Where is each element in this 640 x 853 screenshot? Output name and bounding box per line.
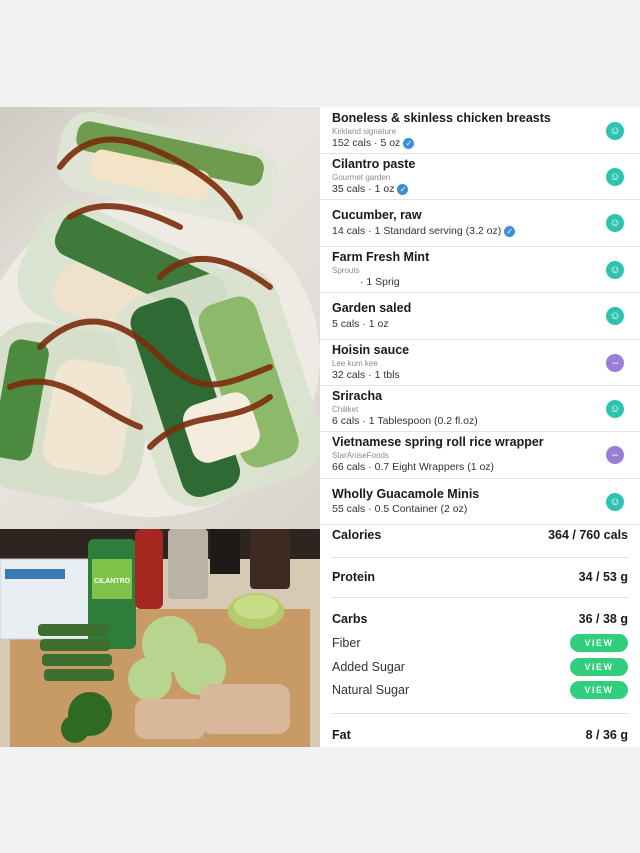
diary-panel: Boneless & skinless chicken breasts Kirk…: [320, 107, 640, 747]
carbs-label: Carbs: [332, 612, 368, 626]
smile-face-icon[interactable]: ☺: [606, 122, 624, 140]
fiber-view-button[interactable]: VIEW: [570, 634, 628, 652]
food-name: Hoisin sauce: [332, 343, 410, 357]
verified-check-icon: ✓: [504, 225, 516, 237]
fat-row: Fat 8 / 36 g: [332, 728, 628, 742]
food-detail: 32 cals · 1 tbls: [332, 369, 400, 381]
food-item[interactable]: Garden saled 5 cals · 1 oz ☺: [320, 292, 640, 340]
natural-sugar-label: Natural Sugar: [332, 683, 410, 697]
ingredients-illustration: CILANTRO: [0, 529, 320, 747]
food-detail-text: 152 cals · 5 oz: [332, 137, 401, 149]
food-brand: Gourmet garden: [332, 173, 391, 182]
food-item[interactable]: Wholly Guacamole Minis 55 cals · 0.5 Con…: [320, 478, 640, 525]
food-brand: Kirkland signature: [332, 127, 397, 136]
verified-check-icon: ✓: [397, 183, 409, 195]
fat-value: 8 / 36 g: [585, 728, 628, 742]
ingredients-photo: CILANTRO: [0, 529, 320, 747]
smile-face-icon[interactable]: ☺: [606, 261, 624, 279]
food-brand: Lee kum kee: [332, 359, 378, 368]
added-sugar-label: Added Sugar: [332, 660, 405, 674]
smile-face-icon[interactable]: ☺: [606, 400, 624, 418]
food-name: Boneless & skinless chicken breasts: [332, 111, 551, 125]
fiber-row: Fiber VIEW: [332, 634, 628, 652]
natural-sugar-row: Natural Sugar VIEW: [332, 681, 628, 699]
calories-value: 364 / 760 cals: [548, 528, 628, 542]
protein-value: 34 / 53 g: [578, 570, 628, 584]
food-brand: Chiliket: [332, 405, 359, 414]
smile-face-icon[interactable]: ☺: [606, 307, 624, 325]
food-detail-text: 35 cals · 1 oz: [332, 183, 395, 195]
food-name: Sriracha: [332, 389, 383, 403]
food-detail: 6 cals · 1 Tablespoon (0.2 fl.oz): [332, 415, 478, 427]
food-item[interactable]: Vietnamese spring roll rice wrapper Star…: [320, 431, 640, 479]
divider: [332, 597, 628, 598]
verified-check-icon: ✓: [403, 137, 415, 149]
food-item[interactable]: Hoisin sauce Lee kum kee 32 cals · 1 tbl…: [320, 339, 640, 386]
food-name: Vietnamese spring roll rice wrapper: [332, 435, 544, 449]
food-detail: 5 cals · 1 oz: [332, 318, 389, 330]
food-brand: Sprouts: [332, 266, 360, 275]
smile-face-icon[interactable]: ☺: [606, 168, 624, 186]
food-name: Cucumber, raw: [332, 208, 422, 222]
food-detail: 14 cals · 1 Standard serving (3.2 oz) ✓: [332, 225, 516, 237]
cilantro-tube-label: CILANTRO: [94, 578, 131, 585]
calories-label: Calories: [332, 528, 382, 542]
neutral-face-icon[interactable]: –: [606, 354, 624, 372]
protein-row: Protein 34 / 53 g: [332, 570, 628, 584]
food-item[interactable]: Cucumber, raw 14 cals · 1 Standard servi…: [320, 199, 640, 247]
fiber-label: Fiber: [332, 636, 361, 650]
food-detail: 35 cals · 1 oz ✓: [332, 183, 409, 195]
natural-sugar-view-button[interactable]: VIEW: [570, 681, 628, 699]
food-item[interactable]: Cilantro paste Gourmet garden 35 cals · …: [320, 153, 640, 200]
food-item[interactable]: Farm Fresh Mint Sprouts · 1 Sprig ☺: [320, 246, 640, 293]
smile-face-icon[interactable]: ☺: [606, 214, 624, 232]
food-name: Wholly Guacamole Minis: [332, 487, 480, 501]
protein-label: Protein: [332, 570, 376, 584]
food-detail-text: 14 cals · 1 Standard serving (3.2 oz): [332, 225, 502, 237]
food-brand: StarAniseFoods: [332, 451, 389, 460]
calories-row: Calories 364 / 760 cals: [332, 528, 628, 542]
carbs-value: 36 / 38 g: [578, 612, 628, 626]
spring-roll-photo: [0, 107, 320, 529]
spring-roll-illustration: [0, 111, 320, 517]
smile-face-icon[interactable]: ☺: [606, 493, 624, 511]
added-sugar-row: Added Sugar VIEW: [332, 658, 628, 676]
food-detail: 152 cals · 5 oz ✓: [332, 137, 415, 149]
food-name: Cilantro paste: [332, 157, 416, 171]
added-sugar-view-button[interactable]: VIEW: [570, 658, 628, 676]
food-item[interactable]: Sriracha Chiliket 6 cals · 1 Tablespoon …: [320, 385, 640, 432]
food-detail: 55 cals · 0.5 Container (2 oz): [332, 503, 468, 515]
food-item[interactable]: Boneless & skinless chicken breasts Kirk…: [320, 107, 640, 154]
food-name: Farm Fresh Mint: [332, 250, 430, 264]
food-name: Garden saled: [332, 301, 412, 315]
food-detail: · 1 Sprig: [360, 276, 400, 288]
food-detail: 66 cals · 0.7 Eight Wrappers (1 oz): [332, 461, 495, 473]
divider: [332, 713, 628, 714]
divider: [332, 557, 628, 558]
neutral-face-icon[interactable]: –: [606, 446, 624, 464]
fat-label: Fat: [332, 728, 351, 742]
carbs-row: Carbs 36 / 38 g: [332, 612, 628, 626]
